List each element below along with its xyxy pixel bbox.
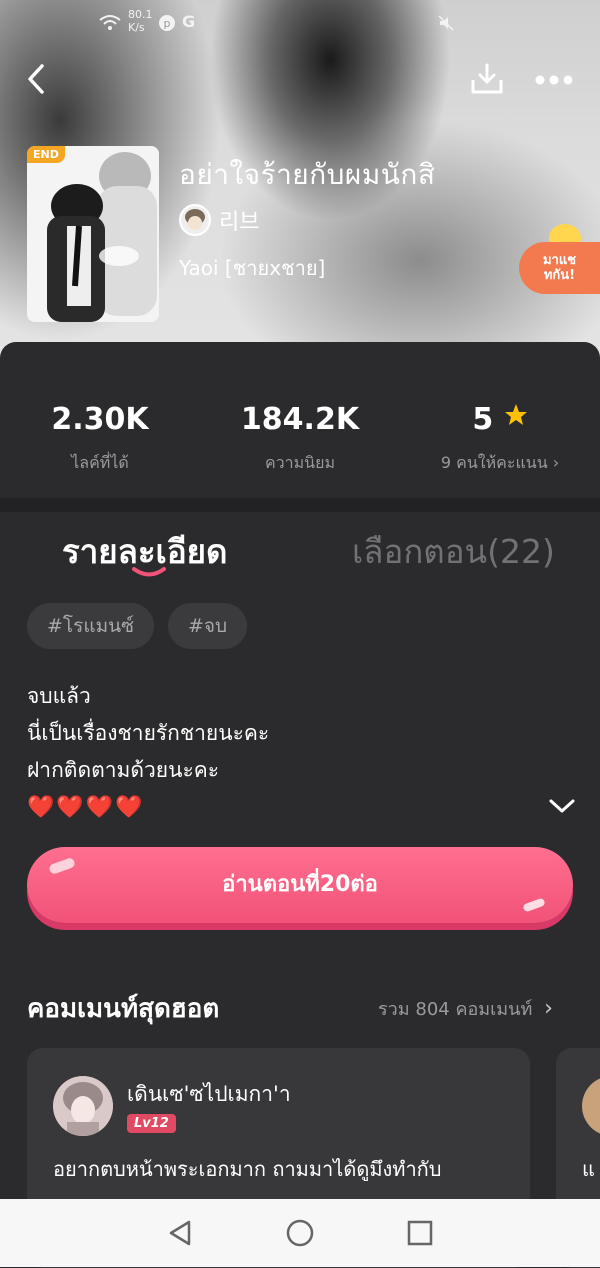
popularity-label: ความนิยม: [264, 453, 336, 472]
chevron-right-icon: ›: [544, 996, 553, 1021]
commenter-avatar[interactable]: [53, 1076, 113, 1136]
chat-label-1: มาแช: [542, 253, 577, 268]
commenter-avatar: [582, 1076, 600, 1136]
description: จบแล้ว นี่เป็นเรื่องชายรักชายนะคะ ฝากติด…: [27, 678, 269, 826]
tag-romance[interactable]: #โรแมนซ์: [27, 603, 154, 649]
stats-row: 2.30K ไลค์ที่ได้ 184.2K ความนิยม 5 9 คนใ…: [0, 342, 600, 498]
all-comments-link[interactable]: รวม 804 คอมเมนท์ ›: [378, 994, 553, 1023]
tab-chapters[interactable]: เลือกตอน(22): [352, 525, 555, 578]
author-name: 리브: [219, 210, 260, 235]
tab-indicator: [132, 567, 166, 577]
status-bar: 80.1 K/s p G: [0, 8, 600, 38]
more-button[interactable]: [534, 70, 574, 90]
book-title: อย่าใจร้ายกับผมนักสิ: [179, 158, 436, 191]
nav-back-icon[interactable]: [165, 1218, 195, 1248]
comment-text: แ: [582, 1157, 595, 1181]
chat-label-2: ทกัน!: [543, 268, 576, 283]
back-button[interactable]: [22, 62, 52, 96]
comment-text: อยากตบหน้าพระเอกมาก ถามมาได้ดูมึงทำกับ: [53, 1157, 442, 1181]
popularity-value: 184.2K: [240, 402, 360, 437]
wifi-icon: [98, 14, 122, 35]
stat-likes: 2.30K ไลค์ที่ได้: [0, 342, 200, 498]
chevron-left-icon: [28, 64, 44, 94]
download-icon: [471, 63, 503, 94]
author-avatar: [179, 204, 211, 236]
continue-reading-label: อ่านตอนที่20ต่อ: [222, 872, 378, 897]
description-line: จบแล้ว: [27, 684, 91, 708]
google-icon: G: [182, 12, 196, 31]
comments-total: รวม 804 คอมเมนท์: [378, 999, 533, 1020]
system-nav-bar: [0, 1199, 600, 1267]
net-speed: 80.1 K/s: [128, 8, 153, 34]
cover-illustration: [27, 146, 159, 322]
stat-rating[interactable]: 5 9 คนให้คะแนน ›: [400, 342, 600, 498]
rating-value: 5: [472, 402, 494, 437]
more-dots-icon: [535, 75, 573, 85]
author-link[interactable]: 리브: [179, 203, 259, 237]
level-badge: Lv12: [127, 1114, 176, 1133]
description-line: นี่เป็นเรื่องชายรักชายนะคะ: [27, 721, 270, 745]
rating-count-wrap: 9 คนให้คะแนน ›: [400, 451, 600, 476]
rating-count: 9 คนให้คะแนน: [440, 453, 548, 472]
hearts: ❤️❤️❤️❤️: [27, 795, 145, 820]
likes-value: 2.30K: [51, 402, 149, 437]
end-badge: END: [27, 146, 65, 163]
nav-home-icon[interactable]: [285, 1218, 315, 1248]
star-icon: [504, 404, 527, 425]
hot-comments-title: คอมเมนท์สุดฮอต: [27, 994, 220, 1024]
rating-value-wrap: 5: [400, 402, 600, 437]
expand-chevron-icon[interactable]: [548, 797, 576, 815]
chat-button[interactable]: มาแช ทกัน!: [519, 242, 600, 294]
likes-label: ไลค์ที่ได้: [71, 453, 129, 472]
book-genre: Yaoi [ชายxชาย]: [179, 256, 326, 280]
download-button[interactable]: [470, 62, 504, 96]
mute-icon: [437, 14, 455, 35]
stat-popularity: 184.2K ความนิยม: [200, 342, 400, 498]
pinterest-icon: p: [158, 14, 176, 35]
book-cover[interactable]: END: [27, 146, 159, 322]
tag-list: #โรแมนซ์ #จบ: [27, 603, 248, 649]
tag-end[interactable]: #จบ: [167, 603, 248, 649]
hero-banner: 80.1 K/s p G END อย่าใจร้ายกับผมนักสิ 리브…: [0, 0, 600, 360]
nav-recents-icon[interactable]: [405, 1218, 435, 1248]
chevron-right-icon: ›: [552, 453, 560, 472]
detail-card: 2.30K ไลค์ที่ได้ 184.2K ความนิยม 5 9 คนใ…: [0, 342, 600, 1268]
section-divider: [0, 498, 600, 512]
svg-text:p: p: [164, 17, 171, 30]
description-line: ฝากติดตามด้วยนะคะ: [27, 758, 220, 782]
continue-reading-button[interactable]: อ่านตอนที่20ต่อ: [27, 847, 573, 923]
commenter-name[interactable]: เดินเซ'ซไปเมกา'า: [127, 1078, 291, 1111]
